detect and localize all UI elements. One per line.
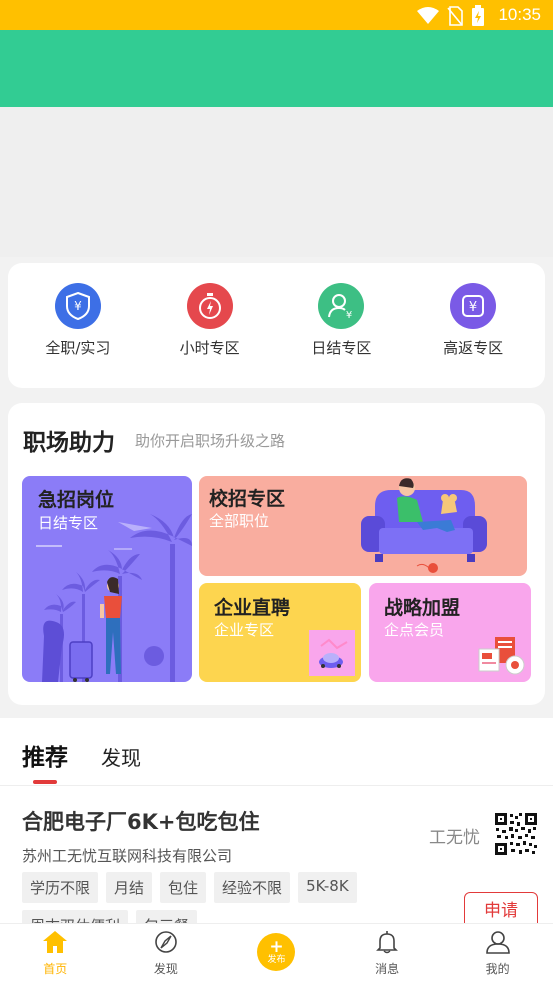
feed-tabs: 推荐 发现 (0, 718, 553, 786)
compass-icon (155, 931, 177, 953)
tile-title: 战略加盟 (384, 597, 461, 619)
tile-title: 校招专区 (209, 488, 286, 510)
tile-title: 企业直聘 (214, 597, 291, 619)
job-tag: 5K-8K (298, 872, 357, 903)
company-brand: 工无忧 (429, 828, 480, 848)
job-tag: 包住 (160, 872, 207, 903)
workplace-card: 职场助力 助你开启职场升级之路 急招岗位 日结专区 校招专区 全部职位 企业直聘… (8, 403, 545, 705)
job-tag: 经验不限 (214, 872, 291, 903)
job-tag: 月结 (106, 872, 153, 903)
tile-subtitle: 全部职位 (209, 512, 270, 530)
battery-icon (472, 5, 484, 26)
bell-icon (376, 931, 399, 954)
job-tag: 学历不限 (22, 872, 99, 903)
publish-button[interactable]: + 发布 (257, 933, 296, 971)
yen-shield-icon: ¥ (54, 283, 101, 329)
category-label: 全职/实习 (45, 339, 111, 357)
status-time: 10:35 (498, 5, 541, 24)
job-company: 苏州工无忧互联网科技有限公司 (22, 847, 233, 865)
job-tags: 学历不限 月结 包住 经验不限 5K-8K (22, 872, 357, 903)
active-tab-indicator (33, 780, 57, 784)
nav-label: 发现 (153, 962, 178, 976)
nav-mine[interactable]: 我的 (442, 924, 553, 983)
category-daily[interactable]: ¥ 日结专区 (286, 283, 396, 358)
person-yen-icon: ¥ (318, 283, 365, 329)
section-subtitle: 助你开启职场升级之路 (135, 432, 286, 450)
category-fulltime[interactable]: ¥ 全职/实习 (23, 283, 133, 358)
tile-title: 急招岗位 (38, 489, 115, 511)
category-label: 高返专区 (443, 339, 504, 357)
job-title: 合肥电子厂6K+包吃包住 (22, 810, 260, 834)
nav-discover[interactable]: 发现 (111, 924, 222, 983)
nav-messages[interactable]: 消息 (332, 924, 443, 983)
home-icon (43, 931, 68, 953)
qr-code-icon (494, 812, 538, 856)
status-icons (417, 5, 485, 27)
category-card: ¥ 全职/实习 小时专区 ¥ 日结专区 ¥ 高返专区 (8, 263, 545, 388)
tile-subtitle: 日结专区 (38, 514, 99, 532)
tile-urgent-jobs[interactable]: 急招岗位 日结专区 (22, 476, 192, 682)
tile-subtitle: 企点会员 (384, 621, 445, 639)
bottom-nav: 首页 发现 + 发布 消息 我的 (0, 923, 553, 983)
category-rebate[interactable]: ¥ 高返专区 (418, 283, 528, 358)
tab-recommend[interactable]: 推荐 (22, 738, 68, 772)
status-bar: 10:35 (0, 0, 553, 30)
nav-label: 首页 (43, 962, 68, 976)
svg-text:¥: ¥ (469, 300, 477, 315)
section-title: 职场助力 (23, 430, 115, 456)
nav-label: 消息 (375, 962, 400, 976)
header-bar (0, 30, 553, 107)
nav-publish[interactable]: + 发布 (221, 924, 332, 983)
sofa-reader-illustration (361, 478, 487, 573)
nav-label: 发布 (267, 955, 286, 965)
documents-illustration (478, 637, 525, 675)
tile-strategic-alliance[interactable]: 战略加盟 企点会员 (369, 583, 531, 682)
svg-text:¥: ¥ (346, 310, 352, 320)
svg-text:¥: ¥ (74, 299, 82, 313)
tile-subtitle: 企业专区 (214, 621, 275, 639)
nav-label: 我的 (485, 962, 510, 976)
tile-campus-recruit[interactable]: 校招专区 全部职位 (199, 476, 527, 576)
robot-illustration (309, 630, 355, 676)
category-label: 小时专区 (179, 339, 240, 357)
user-icon (485, 931, 510, 954)
tab-discover[interactable]: 发现 (101, 742, 141, 771)
stopwatch-icon (186, 283, 233, 329)
plus-icon: + (269, 937, 284, 957)
tile-direct-hiring[interactable]: 企业直聘 企业专区 (199, 583, 361, 682)
yen-card-icon: ¥ (450, 283, 497, 329)
category-label: 日结专区 (311, 339, 372, 357)
no-sim-icon (447, 6, 463, 26)
category-hourly[interactable]: 小时专区 (155, 283, 265, 358)
banner-area[interactable] (0, 107, 553, 257)
nav-home[interactable]: 首页 (0, 924, 111, 983)
wifi-icon (417, 7, 439, 24)
